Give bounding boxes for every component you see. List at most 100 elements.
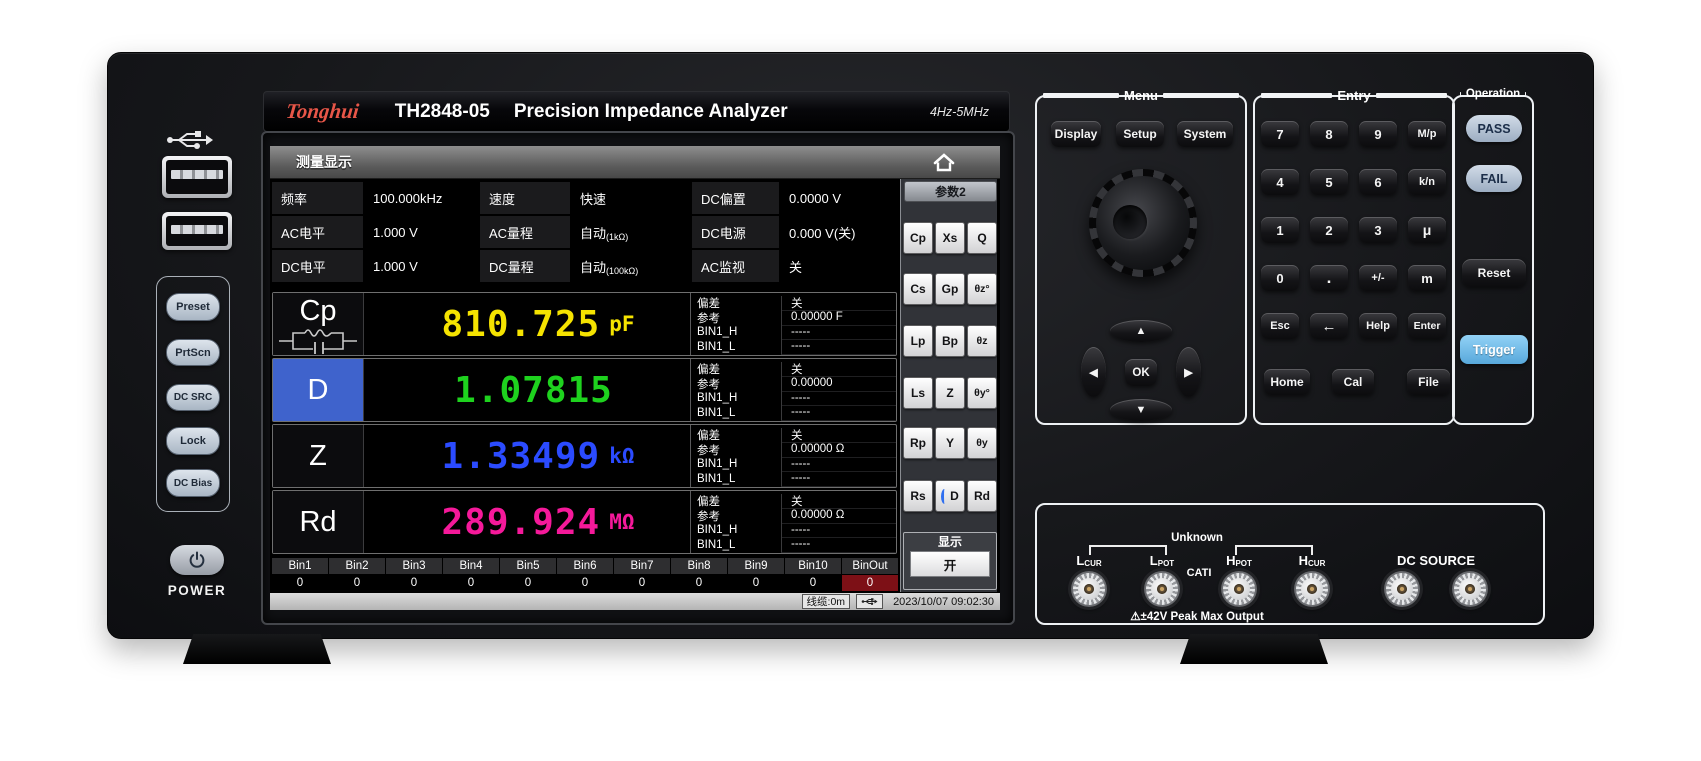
softkey-cs[interactable]: Cs: [903, 273, 933, 305]
entry-panel-title: Entry: [1261, 88, 1447, 103]
softkey-cp[interactable]: Cp: [903, 222, 933, 254]
setting-label[interactable]: AC监视: [692, 250, 779, 282]
key-7[interactable]: 7: [1261, 121, 1299, 147]
bin-out-count: 0: [842, 575, 898, 591]
datetime: 2023/10/07 09:02:30: [893, 596, 994, 608]
setting-value[interactable]: 自动(1kΩ): [571, 216, 691, 248]
power-button[interactable]: [170, 545, 224, 575]
key-9[interactable]: 9: [1359, 121, 1397, 147]
trigger-button[interactable]: Trigger: [1460, 335, 1528, 364]
setting-value[interactable]: 快速: [571, 182, 691, 214]
setting-value[interactable]: 自动(100kΩ): [571, 250, 691, 282]
lock-button[interactable]: Lock: [166, 427, 220, 455]
cal-button[interactable]: Cal: [1332, 369, 1374, 395]
display-toggle-label: 显示: [904, 533, 996, 549]
ok-button[interactable]: OK: [1125, 359, 1157, 386]
key-1[interactable]: 1: [1261, 217, 1299, 243]
backspace-button[interactable]: ←: [1310, 313, 1348, 339]
setting-value[interactable]: 0.000 V(关): [780, 216, 898, 248]
key-5[interactable]: 5: [1310, 169, 1348, 195]
softkey-q[interactable]: Q: [967, 222, 997, 254]
reset-button[interactable]: Reset: [1462, 259, 1526, 287]
softkey-gp[interactable]: Gp: [935, 273, 965, 305]
display-toggle-button[interactable]: 开: [910, 551, 990, 577]
esc-button[interactable]: Esc: [1261, 313, 1299, 339]
softkey-theta-y[interactable]: θy: [967, 427, 997, 459]
setting-value[interactable]: 0.0000 V: [780, 182, 898, 214]
softkey-theta-z[interactable]: θz: [967, 325, 997, 357]
setting-label[interactable]: AC电平: [272, 216, 363, 248]
softkey-rd[interactable]: Rd: [967, 480, 997, 512]
dc-bias-button[interactable]: DC Bias: [166, 469, 220, 497]
setting-label[interactable]: DC量程: [480, 250, 570, 282]
bin-header: Bin8: [671, 558, 727, 574]
setting-value[interactable]: 1.000 V: [364, 250, 479, 282]
circuit-symbol-icon: [277, 328, 359, 354]
setting-label[interactable]: DC偏置: [692, 182, 779, 214]
softkey-y[interactable]: Y: [935, 427, 965, 459]
setup-button[interactable]: Setup: [1116, 121, 1164, 147]
setting-value[interactable]: 100.000kHz: [364, 182, 479, 214]
cable-length-badge: 线缆:0m: [802, 594, 851, 609]
softkey-theta-z-deg[interactable]: θz°: [967, 273, 997, 305]
instrument-front-panel: Preset PrtScn DC SRC Lock DC Bias POWER …: [0, 0, 1701, 761]
setting-label[interactable]: AC量程: [480, 216, 570, 248]
unknown-label: Unknown: [1157, 532, 1237, 544]
file-button[interactable]: File: [1407, 369, 1450, 395]
bnc-connector-lpot: [1144, 571, 1180, 607]
key-4[interactable]: 4: [1261, 169, 1299, 195]
measurement-value: 810.725 pF: [364, 293, 690, 355]
home-button[interactable]: Home: [1264, 369, 1310, 395]
display-button[interactable]: Display: [1051, 121, 1101, 147]
terminal-label-hcur: HCUR: [1289, 553, 1335, 568]
softkey-theta-y-deg[interactable]: θy°: [967, 377, 997, 409]
softkey-rs[interactable]: Rs: [903, 480, 933, 512]
key-micro[interactable]: μ: [1408, 217, 1446, 243]
key-plus-minus[interactable]: +/-: [1359, 265, 1397, 291]
dc-src-button[interactable]: DC SRC: [166, 384, 220, 411]
softkey-rp[interactable]: Rp: [903, 427, 933, 459]
key-3[interactable]: 3: [1359, 217, 1397, 243]
setting-label[interactable]: 速度: [480, 182, 570, 214]
key-8[interactable]: 8: [1310, 121, 1348, 147]
fail-indicator-button[interactable]: FAIL: [1466, 165, 1522, 192]
home-icon[interactable]: [933, 153, 955, 172]
arrow-down-button[interactable]: ▼: [1110, 399, 1172, 421]
softkey-d-selected[interactable]: D: [935, 480, 965, 512]
preset-button[interactable]: Preset: [166, 293, 220, 321]
softkey-lp[interactable]: Lp: [903, 325, 933, 357]
key-6[interactable]: 6: [1359, 169, 1397, 195]
setting-label[interactable]: DC电源: [692, 216, 779, 248]
arrow-up-button[interactable]: ▲: [1110, 320, 1172, 342]
softkey-bp[interactable]: Bp: [935, 325, 965, 357]
arrow-right-button[interactable]: ▶: [1176, 347, 1201, 397]
softkey-z[interactable]: Z: [935, 377, 965, 409]
param2-softkey[interactable]: 参数2: [904, 181, 997, 202]
setting-label[interactable]: DC电平: [272, 250, 363, 282]
system-button[interactable]: System: [1177, 121, 1233, 147]
usb-icon: [166, 128, 214, 152]
key-decimal-point[interactable]: .: [1310, 265, 1348, 291]
key-kilo-nano[interactable]: k/n: [1408, 169, 1446, 195]
arrow-left-button[interactable]: ◀: [1081, 347, 1106, 397]
setting-value[interactable]: 1.000 V: [364, 216, 479, 248]
softkey-xs[interactable]: Xs: [935, 222, 965, 254]
setting-value[interactable]: 关: [780, 250, 898, 282]
pass-indicator-button[interactable]: PASS: [1466, 115, 1522, 142]
enter-button[interactable]: Enter: [1408, 313, 1446, 339]
status-bar: 线缆:0m 2023/10/07 09:02:30: [270, 593, 1000, 610]
param-name: Cp: [273, 293, 364, 355]
bin-count: 0: [671, 575, 727, 591]
usb-port-1: [162, 156, 232, 198]
key-2[interactable]: 2: [1310, 217, 1348, 243]
softkey-ls[interactable]: Ls: [903, 377, 933, 409]
prtscn-button[interactable]: PrtScn: [166, 339, 220, 366]
param-name: Rd: [273, 491, 364, 553]
key-milli[interactable]: m: [1408, 265, 1446, 291]
rotary-knob[interactable]: [1089, 169, 1197, 277]
comparator-info: 偏差关 参考0.00000 BIN1_H----- BIN1_L-----: [690, 359, 896, 421]
key-mega-pico[interactable]: M/p: [1408, 121, 1446, 147]
setting-label[interactable]: 频率: [272, 182, 363, 214]
help-button[interactable]: Help: [1359, 313, 1397, 339]
key-0[interactable]: 0: [1261, 265, 1299, 291]
